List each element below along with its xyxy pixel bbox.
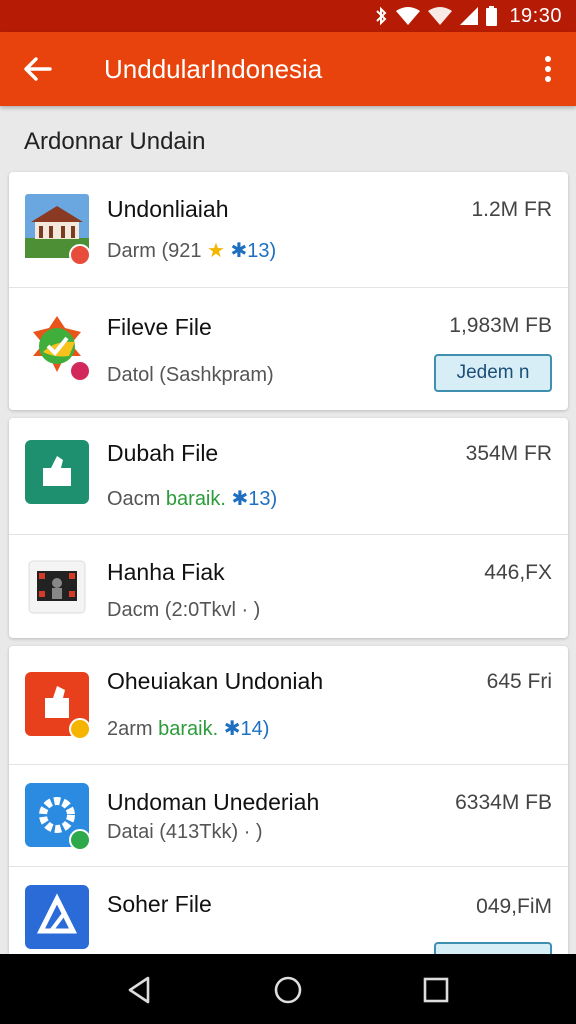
- star-icon: ★: [207, 240, 225, 262]
- item-name: Undonliaiah: [107, 196, 229, 222]
- list-item[interactable]: Hanha Fiak Dacm (2:0Tkvl · ) 446,FX: [9, 535, 568, 638]
- item-subtitle: Darm (921 ★ ✱13): [107, 238, 276, 263]
- item-name: Undoman Unederiah: [107, 789, 320, 815]
- green-hand-icon: [25, 440, 89, 504]
- item-size: 049,FiM: [476, 895, 552, 918]
- list-item[interactable]: Oheuiakan Undoniah 2arm baraik. ✱14) 645…: [9, 646, 568, 764]
- subtitle-rating: ✱13): [231, 488, 278, 510]
- green-badge-icon: [69, 829, 91, 851]
- item-name: Oheuiakan Undoniah: [107, 668, 324, 694]
- install-button[interactable]: [434, 942, 552, 954]
- item-size: 446,FX: [484, 561, 552, 584]
- yellow-badge-icon: [69, 718, 91, 740]
- subtitle-rating: ✱13): [230, 240, 277, 262]
- install-button[interactable]: Jedem n: [434, 354, 552, 392]
- item-subtitle: Datai (413Tkk) · ): [107, 821, 263, 843]
- status-bar: 19:30: [0, 0, 576, 32]
- item-name: Dubah File: [107, 440, 219, 466]
- list-item[interactable]: Soher File 049,FiM: [9, 867, 568, 954]
- list-item[interactable]: Undonliaiah Darm (921 ★ ✱13) 1.2M FR: [9, 172, 568, 287]
- item-subtitle: 2arm baraik. ✱14): [107, 716, 269, 741]
- list-item[interactable]: Dubah File Oacm baraik. ✱13) 354M FR: [9, 418, 568, 534]
- item-subtitle: Datol (Sashkpram): [107, 364, 274, 386]
- item-size: 645 Fri: [486, 670, 552, 693]
- subtitle-rating: ✱14): [223, 718, 270, 740]
- item-name: Soher File: [107, 891, 212, 917]
- more-vert-icon[interactable]: [538, 53, 558, 85]
- app-bar: UnddularIndonesia: [0, 32, 576, 106]
- app-card: Oheuiakan Undoniah 2arm baraik. ✱14) 645…: [9, 646, 568, 954]
- block-badge-icon: [69, 244, 91, 266]
- back-triangle-icon[interactable]: [122, 972, 158, 1008]
- navigation-bar: [0, 954, 576, 1024]
- battery-icon: [486, 6, 498, 26]
- list-item[interactable]: Undoman Unederiah Datai (413Tkk) · ) 633…: [9, 765, 568, 866]
- status-time: 19:30: [509, 4, 562, 27]
- recents-square-icon[interactable]: [418, 972, 454, 1008]
- app-badge-icon: [69, 360, 91, 382]
- film-icon: [28, 560, 86, 614]
- item-size: 1.2M FR: [471, 198, 552, 221]
- item-subtitle: Dacm (2:0Tkvl · ): [107, 599, 261, 621]
- section-title: Ardonnar Undain: [24, 128, 206, 155]
- app-card: Undonliaiah Darm (921 ★ ✱13) 1.2M FR Fil…: [9, 172, 568, 410]
- subtitle-status: baraik.: [158, 718, 219, 740]
- item-size: 354M FR: [465, 442, 552, 465]
- item-name: Fileve File: [107, 314, 212, 340]
- wifi-icon: [428, 7, 453, 25]
- subtitle-text: 2arm: [107, 718, 153, 740]
- subtitle-text: Oacm: [107, 488, 161, 510]
- status-icons: 19:30: [374, 4, 562, 28]
- subtitle-status: baraik.: [165, 488, 226, 510]
- home-circle-icon[interactable]: [270, 972, 306, 1008]
- app-card: Dubah File Oacm baraik. ✱13) 354M FR Han…: [9, 418, 568, 638]
- subtitle-text: Darm (921: [107, 240, 202, 262]
- item-name: Hanha Fiak: [107, 559, 225, 585]
- item-size: 1,983M FB: [449, 314, 552, 337]
- app-title: UnddularIndonesia: [104, 54, 323, 84]
- arrow-left-icon[interactable]: [22, 53, 54, 85]
- bluetooth-icon: [376, 6, 387, 26]
- triangle-logo-icon: [25, 885, 89, 949]
- list-item[interactable]: Fileve File Datol (Sashkpram) 1,983M FB …: [9, 288, 568, 410]
- item-subtitle: Oacm baraik. ✱13): [107, 486, 277, 511]
- wifi-icon: [396, 7, 421, 25]
- signal-icon: [460, 7, 479, 25]
- item-size: 6334M FB: [455, 791, 552, 814]
